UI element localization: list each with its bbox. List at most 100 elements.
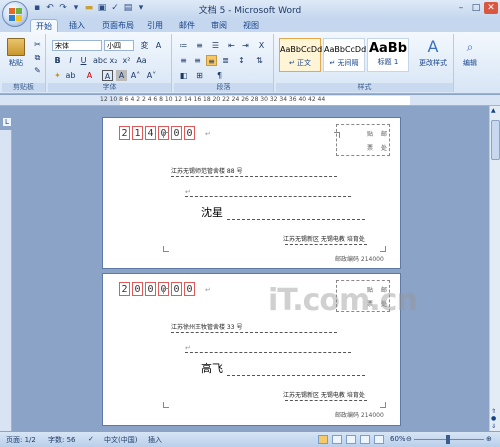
language[interactable]: 中文(中国): [104, 435, 137, 445]
stamp-char: 票: [367, 145, 374, 152]
browse-object-icon[interactable]: ●: [491, 415, 496, 422]
superscript-icon[interactable]: x²: [121, 55, 132, 66]
office-button[interactable]: [2, 1, 28, 27]
increase-indent-icon[interactable]: ⇥: [240, 40, 251, 51]
tab-page-layout[interactable]: 页面布局: [97, 19, 139, 32]
char-border-icon[interactable]: A: [102, 70, 113, 81]
sort-icon[interactable]: ⇅: [254, 55, 265, 66]
tab-references[interactable]: 引用: [142, 19, 168, 32]
borders-icon[interactable]: ⊞: [194, 70, 205, 81]
phonetic-guide-icon[interactable]: A: [153, 40, 164, 51]
clipboard-group: 粘贴 ✂ ⧉ ✎ 剪贴板: [2, 34, 46, 92]
name-line: [227, 375, 365, 376]
insert-mode[interactable]: 插入: [148, 435, 162, 445]
editing-label: 编辑: [463, 59, 477, 67]
change-styles-label: 更改样式: [419, 59, 447, 67]
highlight-icon[interactable]: ab: [65, 70, 76, 81]
address-line: [171, 176, 337, 177]
shading-icon[interactable]: ◧: [178, 70, 189, 81]
change-styles-button[interactable]: A 更改样式: [416, 38, 450, 68]
stamp-char: 邮: [381, 131, 388, 138]
tab-home[interactable]: 开始: [30, 19, 58, 32]
align-left-icon[interactable]: ≡: [178, 55, 189, 66]
underline-icon[interactable]: U: [78, 55, 89, 66]
justify-icon[interactable]: ≣: [220, 55, 231, 66]
strikethrough-icon[interactable]: abc: [93, 55, 107, 66]
horizontal-ruler[interactable]: 12 10 8 6 4 2 2 4 6 8 10 12 14 16 18 20 …: [0, 95, 500, 106]
sender-address: 江苏无锡新区 无锡电教 培育处: [283, 392, 365, 399]
subscript-icon[interactable]: x₂: [108, 55, 119, 66]
ruler-toggle-icon[interactable]: L: [2, 117, 12, 127]
format-painter-icon[interactable]: ✎: [32, 65, 43, 76]
line-spacing-icon[interactable]: ↕: [236, 55, 247, 66]
draft-view-icon[interactable]: [374, 435, 384, 444]
paragraph-mark-icon: ↵: [185, 188, 191, 196]
word-count[interactable]: 字数: 56: [48, 435, 76, 445]
paste-button[interactable]: 粘贴: [6, 38, 26, 68]
style-normal[interactable]: AaBbCcDd ↵ 正文: [279, 38, 322, 72]
style-sample: AaBb: [368, 41, 408, 56]
crop-mark: [163, 288, 169, 294]
tab-view[interactable]: 视图: [238, 19, 264, 32]
zoom-slider-thumb[interactable]: [446, 435, 450, 444]
style-name: ↵ 正文: [288, 59, 312, 67]
text-effects-icon[interactable]: ✦: [52, 70, 63, 81]
font-size-combo[interactable]: 小四: [104, 40, 134, 51]
name-line: [227, 219, 365, 220]
outline-view-icon[interactable]: [360, 435, 370, 444]
bold-icon[interactable]: B: [52, 55, 63, 66]
zoom-out-icon[interactable]: ⊖: [406, 435, 412, 443]
address-line: [171, 332, 337, 333]
web-layout-icon[interactable]: [346, 435, 356, 444]
italic-icon[interactable]: I: [65, 55, 76, 66]
grow-font-icon[interactable]: A˄: [130, 70, 141, 81]
full-screen-reading-icon[interactable]: [332, 435, 342, 444]
prev-page-icon[interactable]: ⇑: [491, 408, 496, 415]
bullets-icon[interactable]: ≔: [178, 40, 189, 51]
font-name-combo[interactable]: 宋体: [52, 40, 102, 51]
envelope-page-1[interactable]: 2 1 4 0 0 0 ↵ 贴 邮 票 处 江苏无锡师范管舍楼 88 号 ↵ 沈…: [102, 117, 401, 269]
paste-icon: [7, 38, 25, 56]
paragraph-mark-icon: ↵: [185, 344, 191, 352]
ribbon-tabs: 开始 插入 页面布局 引用 邮件 审阅 视图: [0, 18, 500, 32]
char-shading-icon[interactable]: A: [116, 70, 127, 81]
zoom-level[interactable]: 60%: [390, 435, 406, 443]
align-right-icon[interactable]: ≡: [206, 55, 217, 66]
chinese-layout-icon[interactable]: X: [256, 40, 267, 51]
align-center-icon[interactable]: ≡: [192, 55, 203, 66]
cut-icon[interactable]: ✂: [32, 39, 43, 50]
editing-button[interactable]: ⌕ 编辑: [458, 38, 482, 68]
page-count[interactable]: 页面: 1/2: [6, 435, 36, 445]
copy-icon[interactable]: ⧉: [32, 52, 43, 63]
vertical-scrollbar[interactable]: ▲ ⇑ ● ⇓: [489, 106, 500, 431]
style-heading-1[interactable]: AaBb 标题 1: [367, 38, 409, 72]
tab-mailings[interactable]: 邮件: [174, 19, 200, 32]
maximize-icon[interactable]: □: [469, 2, 483, 14]
next-page-icon[interactable]: ⇓: [491, 423, 496, 430]
vertical-ruler[interactable]: [0, 130, 12, 431]
window-controls: – □ ✕: [454, 2, 498, 14]
scroll-thumb[interactable]: [491, 120, 500, 160]
title-bar: ▪ ↶ ↷ ▾ ▬ ▣ ✓ ▤ ▾ 文档 5 - Microsoft Word …: [0, 0, 500, 18]
decrease-indent-icon[interactable]: ⇤: [226, 40, 237, 51]
zip-digit: 0: [132, 282, 143, 296]
shrink-font-icon[interactable]: A˅: [146, 70, 157, 81]
proofing-icon[interactable]: ✓: [88, 435, 94, 443]
font-color-icon[interactable]: A: [84, 70, 95, 81]
style-no-spacing[interactable]: AaBbCcDd ↵ 无间隔: [323, 38, 366, 72]
change-case-icon[interactable]: Aa: [136, 55, 147, 66]
tab-review[interactable]: 审阅: [206, 19, 232, 32]
multilevel-list-icon[interactable]: ☰: [210, 40, 221, 51]
crop-mark: [334, 132, 340, 138]
tab-insert[interactable]: 插入: [64, 19, 90, 32]
close-icon[interactable]: ✕: [484, 2, 498, 14]
crop-mark: [163, 246, 169, 252]
minimize-icon[interactable]: –: [454, 2, 468, 14]
zip-digit: 2: [119, 126, 130, 140]
print-layout-view-icon[interactable]: [318, 435, 328, 444]
show-marks-icon[interactable]: ¶: [214, 70, 225, 81]
zoom-in-icon[interactable]: ⊕: [486, 435, 492, 443]
numbering-icon[interactable]: ≡: [194, 40, 205, 51]
clear-format-icon[interactable]: 変: [139, 40, 150, 51]
scroll-up-icon[interactable]: ▲: [491, 107, 496, 114]
